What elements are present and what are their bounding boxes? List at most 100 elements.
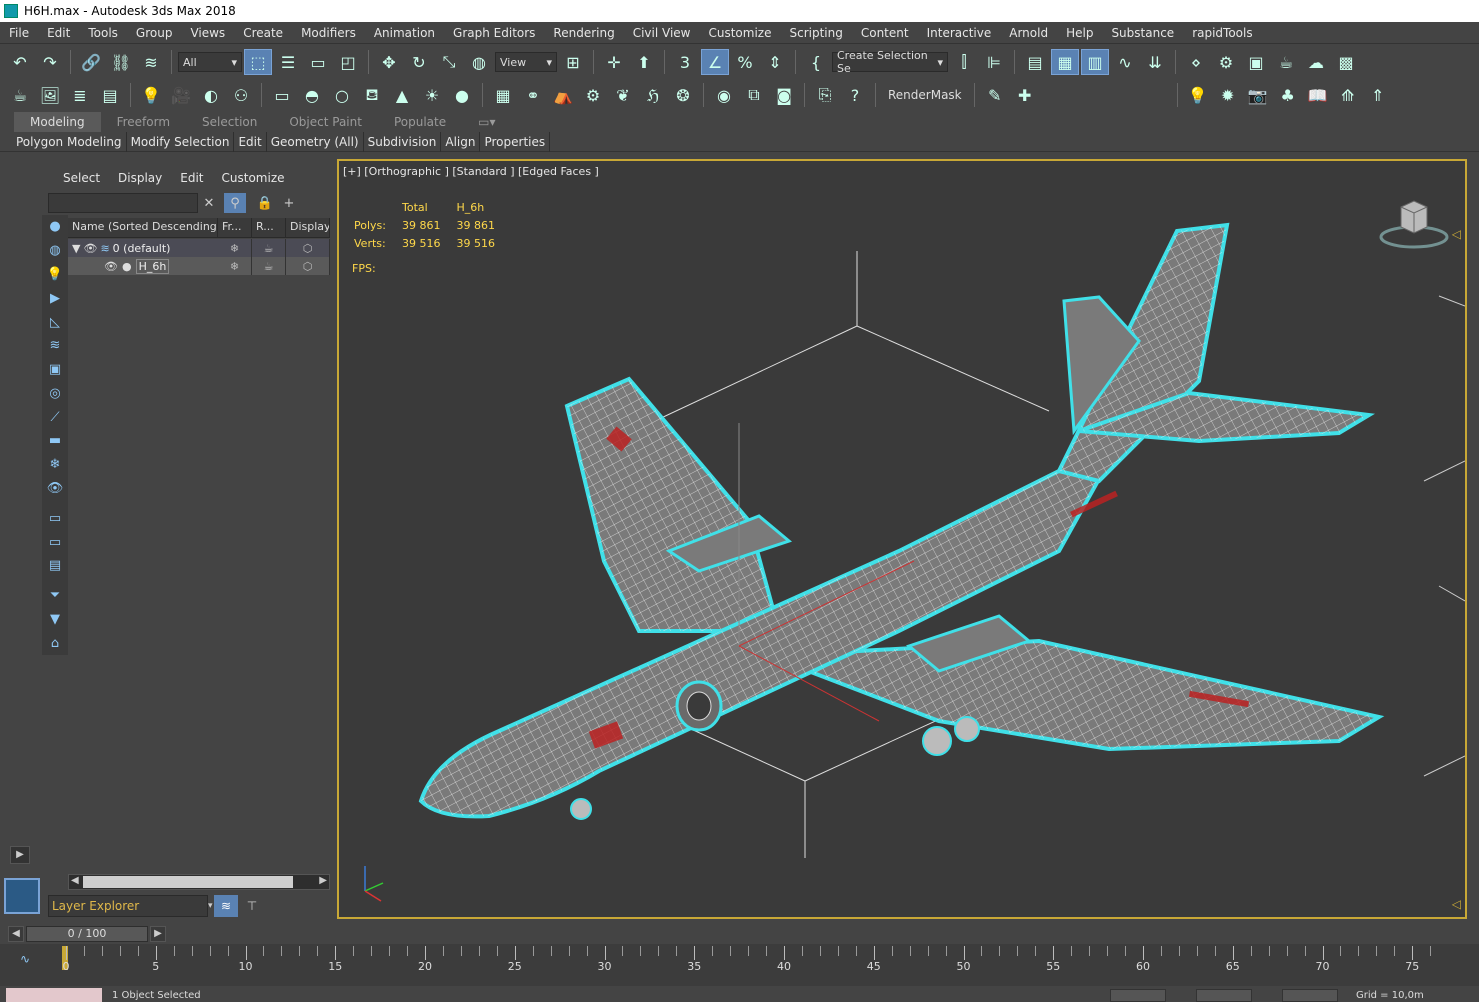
render-online-icon[interactable]: ☁ [1302,49,1330,75]
render-production-icon[interactable]: ☕ [1272,49,1300,75]
teapot-primitive-icon[interactable]: ⛾ [358,82,386,108]
move-icon[interactable]: ✥ [375,49,403,75]
menu-modifiers[interactable]: Modifiers [292,22,365,44]
select-by-name-icon[interactable]: ☰ [274,49,302,75]
align-icon[interactable]: ⊫ [980,49,1008,75]
menu-views[interactable]: Views [181,22,234,44]
containers-icon[interactable]: ▬ [45,431,65,451]
display-box-icon[interactable]: ⬡ [286,239,330,257]
bones-icon[interactable]: ⟋ [45,407,65,427]
sphere-primitive-icon[interactable]: ○ [328,82,356,108]
invert-display-icon[interactable]: ▤ [45,556,65,576]
expand-arrow-icon[interactable]: ▼ [72,242,80,255]
display-none-icon[interactable]: ▭ [45,532,65,552]
rendermask-label[interactable]: RenderMask [882,88,968,102]
xrefs-icon[interactable]: ◎ [45,383,65,403]
tent-icon[interactable]: ⛺ [549,82,577,108]
viewport-layout-icon[interactable] [4,878,40,914]
y-coordinate-field[interactable] [1196,989,1252,1002]
col-render[interactable]: R... [252,218,286,237]
scene-menu-display[interactable]: Display [109,171,171,185]
angle-snap-icon[interactable]: ∠ [701,49,729,75]
layer-explorer-dropdown[interactable]: Layer Explorer [48,895,208,917]
cone-primitive-icon[interactable]: ▲ [388,82,416,108]
half-sphere-icon[interactable]: ◐ [197,82,225,108]
filter-icon[interactable]: ⚲ [224,193,246,213]
schematic-view-icon[interactable]: ⇊ [1141,49,1169,75]
aircraft-wireframe[interactable] [339,161,1465,917]
eye-icon[interactable]: 👁 [83,242,97,255]
layer-explorer-icon[interactable]: ▦ [1051,49,1079,75]
tree-icon[interactable]: ♣ [1274,82,1302,108]
layer-row-default[interactable]: ▼ 👁 ≋ 0 (default) ❄ ☕ ⬡ [68,239,330,257]
teapot-icon[interactable]: ☕ [6,82,34,108]
menu-customize[interactable]: Customize [699,22,780,44]
maxscript-listener[interactable] [6,988,102,1002]
mirror-icon[interactable]: ⫿ [950,49,978,75]
disk-icon[interactable]: ● [448,82,476,108]
select-object-icon[interactable]: ⬚ [244,49,272,75]
horizontal-scrollbar[interactable]: ◀ ▶ [68,874,330,890]
menu-scripting[interactable]: Scripting [780,22,851,44]
camera-rig-icon[interactable]: 📷 [1244,82,1272,108]
groups-icon[interactable]: ▣ [45,360,65,380]
menu-arnold[interactable]: Arnold [1000,22,1057,44]
rotate-icon[interactable]: ↻ [405,49,433,75]
box-primitive-icon[interactable]: ▭ [268,82,296,108]
spinner-snap-icon[interactable]: ⇕ [761,49,789,75]
scroll-thumb[interactable] [83,876,293,888]
redo-icon[interactable]: ↷ [36,49,64,75]
camera-icon[interactable]: 🎥 [167,82,195,108]
grass-icon[interactable]: ❦ [609,82,637,108]
undo-icon[interactable]: ↶ [6,49,34,75]
link-icon[interactable]: 🔗 [77,49,105,75]
image-icon[interactable]: 🖼 [36,82,64,108]
properties-icon[interactable]: ⎘ [811,82,839,108]
menu-civil-view[interactable]: Civil View [624,22,700,44]
pine-icon[interactable]: ⟰ [1334,82,1362,108]
list-icon[interactable]: ≣ [66,82,94,108]
panel-properties[interactable]: Properties [480,131,551,152]
freeze-icon[interactable]: ❄ [218,239,252,257]
scene-menu-customize[interactable]: Customize [213,171,294,185]
panel-align[interactable]: Align [441,131,481,152]
sun-light-icon[interactable]: ✹ [1214,82,1242,108]
menu-substance[interactable]: Substance [1102,22,1183,44]
hidden-icon[interactable]: 👁 [45,479,65,499]
add-layer-icon[interactable]: + [278,193,300,213]
menu-content[interactable]: Content [852,22,918,44]
render-setup-icon[interactable]: ⚙ [1212,49,1240,75]
display-box-icon[interactable]: ⬡ [286,257,330,275]
col-freeze[interactable]: Fr... [218,218,252,237]
panel-edit[interactable]: Edit [234,131,267,152]
object-row-h6h[interactable]: 👁 ● H_6h ❄ ☕ ⬡ [68,257,330,275]
percent-snap-icon[interactable]: % [731,49,759,75]
bulb-light-icon[interactable]: 💡 [1184,82,1212,108]
named-selection-dropdown[interactable]: Create Selection Se ▾ [832,49,948,75]
scroll-right-icon[interactable]: ▶ [319,875,327,886]
filter-funnel-icon[interactable]: ⏷ [45,586,65,606]
dome-icon[interactable]: ◓ [298,82,326,108]
viewport-orthographic[interactable]: [+] [Orthographic ] [Standard ] [Edged F… [337,159,1467,919]
menu-help[interactable]: Help [1057,22,1102,44]
snaps-toggle-icon[interactable]: 3 [671,49,699,75]
scene-menu-select[interactable]: Select [54,171,109,185]
menu-edit[interactable]: Edit [38,22,79,44]
render-grid-icon[interactable]: ▩ [1332,49,1360,75]
selection-filter-dropdown[interactable]: All ▾ [178,52,242,72]
frame-ruler[interactable]: 0 5 10 15 20 25 30 35 40 45 50 55 60 65 70 75 [60,944,1479,974]
panel-polygon-modeling[interactable]: Polygon Modeling [12,131,127,152]
find-icon[interactable]: ⌂ [45,633,65,653]
render-teapot-icon[interactable]: ☕ [252,257,286,275]
hair-icon[interactable]: ℌ [639,82,667,108]
unlink-icon[interactable]: ⛓ [107,49,135,75]
view-cube[interactable] [1379,197,1449,249]
panel-modify-selection[interactable]: Modify Selection [127,131,235,152]
filter-icon[interactable]: ▼ [45,610,65,630]
pivot-center-icon[interactable]: ⊞ [559,49,587,75]
col-display[interactable]: Display a [286,218,330,237]
panel-geometry-all[interactable]: Geometry (All) [267,131,364,152]
help-icon[interactable]: ? [841,82,869,108]
menu-rendering[interactable]: Rendering [544,22,623,44]
prev-frame-icon[interactable]: ◀ [8,926,24,942]
